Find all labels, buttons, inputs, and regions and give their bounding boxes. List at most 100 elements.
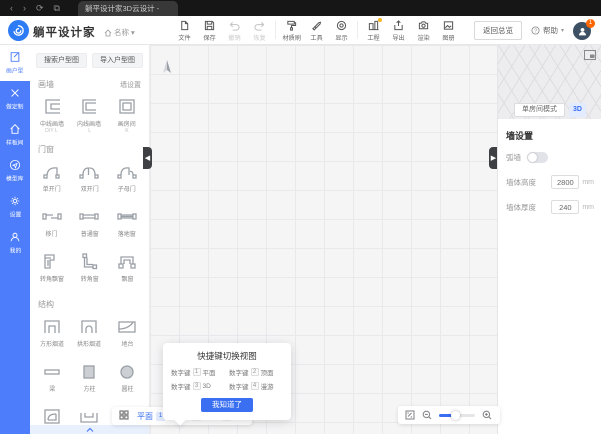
crossed-tools-icon bbox=[11, 89, 19, 97]
zoom-in-icon[interactable] bbox=[482, 410, 492, 420]
browser-tab-bar: ‹ › ⟳ ⧉ 躺平设计家3D云设计 - bbox=[0, 0, 601, 16]
library-item-double-door[interactable]: 双开门 bbox=[71, 157, 109, 202]
library-item-platform[interactable]: 地台 bbox=[108, 312, 146, 357]
single-room-mode-button[interactable]: 单房间模式 bbox=[514, 103, 566, 117]
sliding-door-icon bbox=[42, 213, 62, 220]
display-icon bbox=[336, 20, 347, 31]
pip-window-icon[interactable] bbox=[584, 50, 596, 60]
chevron-down-icon: ▾ bbox=[560, 27, 564, 34]
material-brush-button[interactable]: 材质刷 bbox=[279, 18, 304, 42]
wall-thickness-label: 墙体厚度 bbox=[506, 202, 536, 212]
project-button[interactable]: 工程 bbox=[361, 18, 386, 42]
person-icon bbox=[10, 232, 20, 242]
library-item-square-column[interactable]: 方柱 bbox=[71, 357, 109, 402]
user-avatar[interactable]: 1 bbox=[573, 19, 595, 40]
sidebar-item-mine[interactable]: 我的 bbox=[0, 225, 30, 261]
redo-button[interactable]: 恢复 bbox=[247, 18, 272, 42]
sidebar-item-model-library[interactable]: 模型库 bbox=[0, 153, 30, 189]
double-door-icon bbox=[79, 167, 100, 179]
library-item-inner-wall[interactable]: 内线画墙 L bbox=[71, 92, 109, 137]
wall-height-unit: mm bbox=[582, 178, 594, 186]
library-collapse-bar[interactable] bbox=[30, 425, 149, 434]
refresh-icon[interactable]: ⟳ bbox=[36, 3, 44, 14]
3d-preview-area[interactable]: 单房间模式 3D bbox=[498, 45, 601, 119]
back-to-overview-button[interactable]: 返回总览 bbox=[473, 20, 522, 40]
inner-wall-icon bbox=[82, 99, 97, 114]
shortcut-row: 数字键 4 漫游 bbox=[229, 382, 274, 391]
floorplan-icon bbox=[10, 52, 20, 62]
wall-height-input[interactable] bbox=[551, 175, 580, 189]
library-item-window[interactable]: 普通窗 bbox=[71, 202, 109, 247]
sidebar-item-floorplan[interactable]: 画户型 bbox=[0, 45, 30, 81]
save-icon bbox=[204, 20, 215, 31]
design-app-window: ‹ › ⟳ ⧉ 躺平设计家3D云设计 - 躺平设计家 名称 ▾ 文件 保存 撤销… bbox=[0, 0, 601, 434]
library-item-mother-child-door[interactable]: 子母门 bbox=[108, 157, 146, 202]
undo-button[interactable]: 撤销 bbox=[222, 18, 247, 42]
app-sidebar: 画户型 做定制 样板间 模型库 设置 我的 bbox=[0, 45, 30, 434]
library-item-beam[interactable]: 梁 bbox=[33, 357, 71, 402]
library-item-draw-room[interactable]: 画房间 K bbox=[108, 92, 146, 137]
document-name[interactable]: 名称 ▾ bbox=[104, 27, 135, 38]
got-it-button[interactable]: 我知道了 bbox=[201, 398, 253, 412]
app-title: 躺平设计家 bbox=[33, 27, 96, 39]
views-grid-icon[interactable] bbox=[119, 407, 129, 425]
round-column-icon bbox=[120, 365, 134, 379]
component-library-panel: 搜索户型图 导入户型图 画墙 墙设置 中线画墙 DIY L 内线画墙 L 画房间… bbox=[30, 45, 150, 434]
tools-button[interactable]: 工具 bbox=[304, 18, 329, 42]
floor-hole-icon bbox=[44, 409, 60, 424]
app-logo-icon[interactable] bbox=[8, 20, 29, 41]
wall-height-label: 墙体高度 bbox=[506, 177, 536, 187]
sidebar-item-settings[interactable]: 设置 bbox=[0, 189, 30, 225]
sidebar-item-custom[interactable]: 做定制 bbox=[0, 81, 30, 117]
zoom-slider[interactable] bbox=[439, 410, 475, 420]
zoom-out-icon[interactable] bbox=[422, 410, 432, 420]
browser-tab[interactable]: 躺平设计家3D云设计 - bbox=[78, 1, 178, 16]
library-item-square-flue[interactable]: 方形烟道 bbox=[33, 312, 71, 357]
notification-dot bbox=[378, 18, 382, 22]
floor-window-icon bbox=[117, 213, 137, 220]
library-item-bay-window[interactable]: 飘窗 bbox=[108, 247, 146, 292]
library-item-corner-window[interactable]: 转角窗 bbox=[71, 247, 109, 292]
arched-flue-icon bbox=[81, 320, 98, 333]
export-button[interactable]: 导出 bbox=[386, 18, 411, 42]
library-item-single-door[interactable]: 单开门 bbox=[33, 157, 71, 202]
export-icon bbox=[394, 20, 403, 31]
library-item-arched-flue[interactable]: 拱形烟道 bbox=[71, 312, 109, 357]
library-item-center-wall[interactable]: 中线画墙 DIY L bbox=[33, 92, 71, 137]
corner-bay-window-icon bbox=[44, 254, 55, 269]
forward-icon[interactable]: › bbox=[23, 3, 26, 14]
menu-divider bbox=[275, 21, 276, 39]
help-icon: ? bbox=[531, 25, 540, 35]
3d-badge[interactable]: 3D bbox=[569, 103, 586, 117]
save-button[interactable]: 保存 bbox=[197, 18, 222, 42]
wall-thickness-input[interactable] bbox=[551, 200, 580, 214]
album-icon bbox=[443, 21, 454, 30]
album-button[interactable]: 图册 bbox=[436, 18, 461, 42]
wall-settings-link[interactable]: 墙设置 bbox=[120, 80, 141, 90]
zoom-slider-thumb[interactable] bbox=[451, 410, 461, 420]
right-panel: 单房间模式 3D 墙设置 弧墙 墙体高度 mm 墙体厚度 mm bbox=[497, 45, 601, 434]
collapse-left-panel-handle[interactable]: ◀ bbox=[143, 147, 152, 169]
library-item-sliding-door[interactable]: 移门 bbox=[33, 202, 71, 247]
fit-screen-icon[interactable] bbox=[405, 410, 415, 420]
back-icon[interactable]: ‹ bbox=[10, 3, 13, 14]
square-flue-icon bbox=[44, 320, 60, 333]
tooltip-title: 快捷键切换视图 bbox=[197, 351, 257, 361]
share-icon[interactable]: ⧉ bbox=[54, 3, 60, 14]
menu-divider bbox=[357, 21, 358, 39]
home-icon bbox=[104, 28, 112, 36]
render-button[interactable]: 渲染 bbox=[411, 18, 436, 42]
person-icon bbox=[578, 27, 586, 35]
help-menu[interactable]: ? 帮助 ▾ bbox=[531, 25, 564, 36]
sidebar-item-showroom[interactable]: 样板间 bbox=[0, 117, 30, 153]
file-button[interactable]: 文件 bbox=[172, 18, 197, 42]
tab-plan-view[interactable]: 平面 1 bbox=[137, 411, 165, 422]
library-item-corner-bay-window[interactable]: 转角飘窗 bbox=[33, 247, 71, 292]
library-item-floor-window[interactable]: 落地窗 bbox=[108, 202, 146, 247]
display-button[interactable]: 显示 bbox=[329, 18, 354, 42]
arc-wall-toggle[interactable] bbox=[527, 152, 548, 163]
search-floorplan-button[interactable]: 搜索户型图 bbox=[36, 53, 87, 68]
arc-wall-toggle-label: 弧墙 bbox=[506, 153, 521, 162]
library-item-round-column[interactable]: 圆柱 bbox=[108, 357, 146, 402]
import-floorplan-button[interactable]: 导入户型图 bbox=[92, 53, 143, 68]
